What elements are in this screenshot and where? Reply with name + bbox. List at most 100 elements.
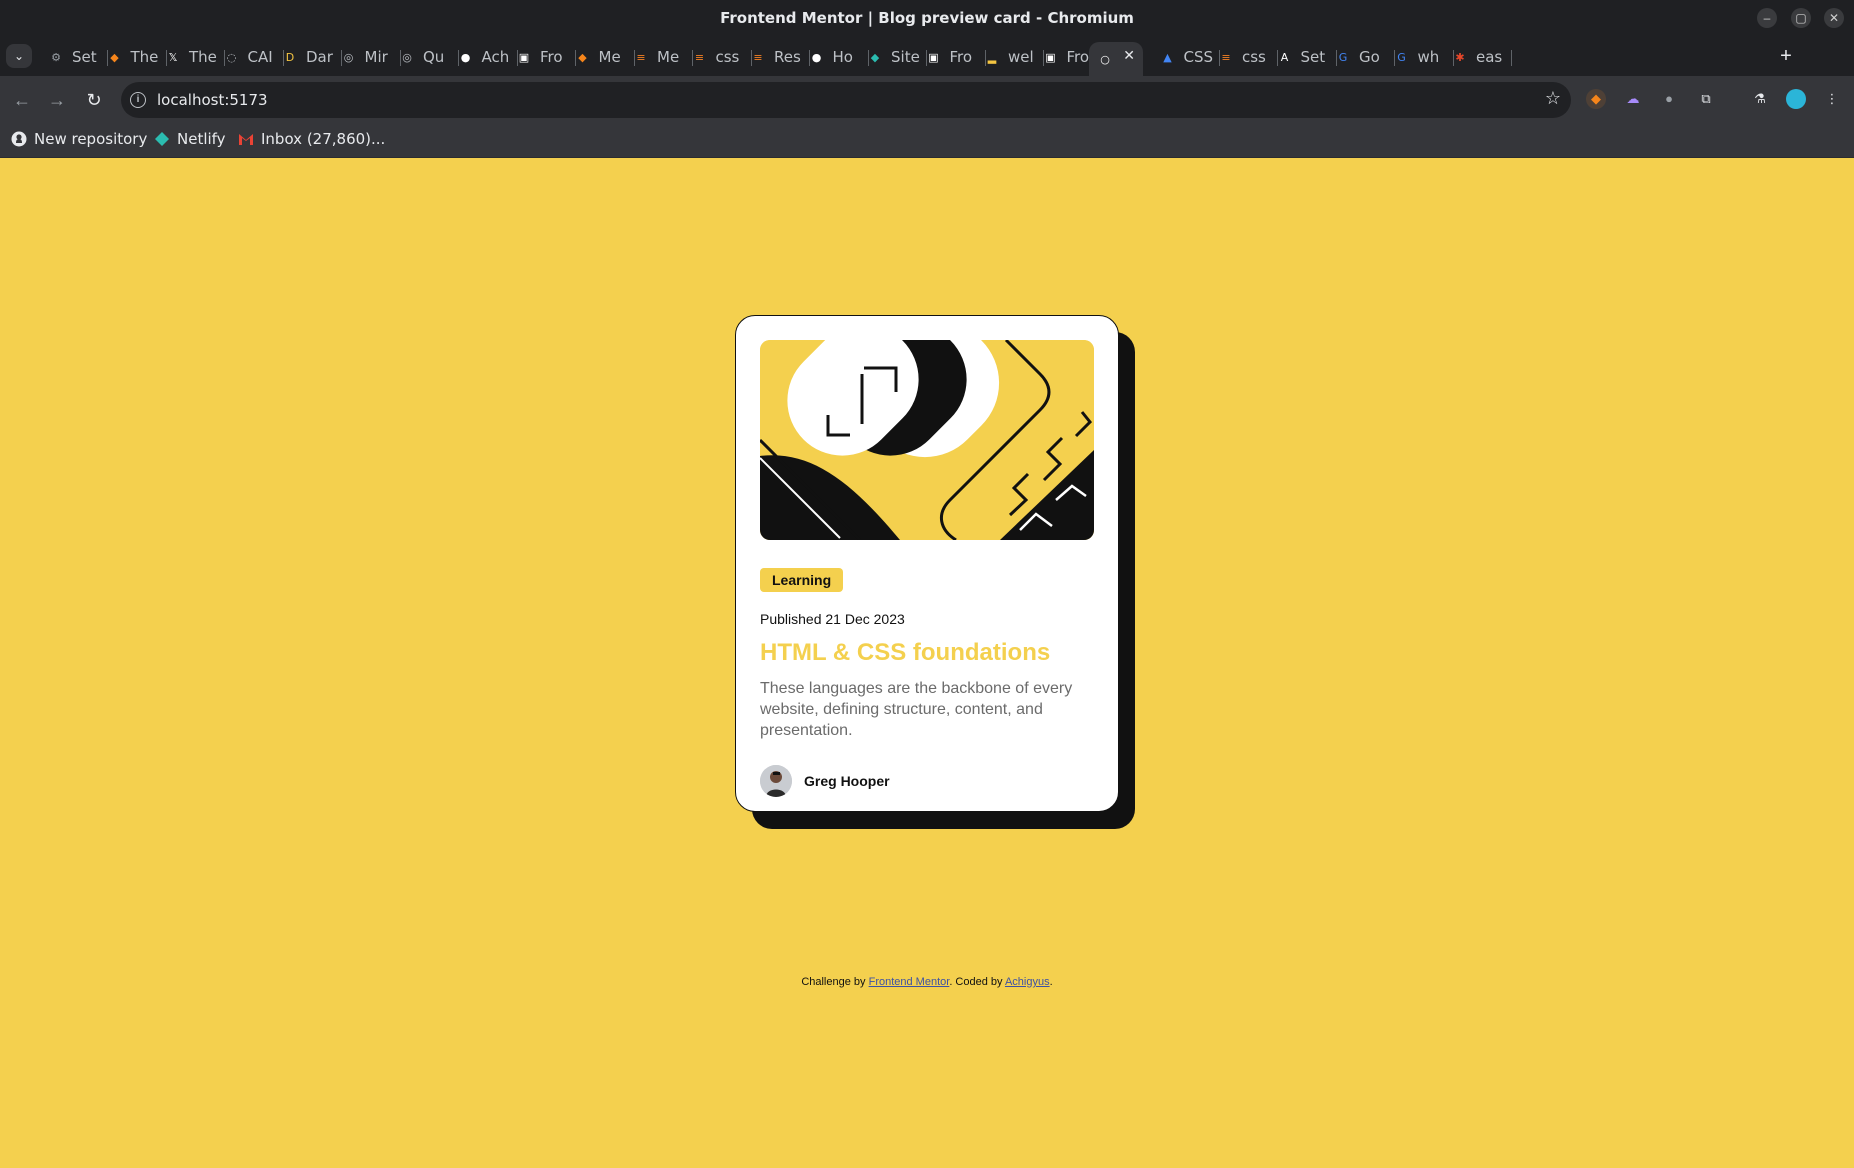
frontend-mentor-link[interactable]: Frontend Mentor bbox=[869, 976, 950, 988]
globe-icon: ◌ bbox=[226, 50, 237, 64]
attribution-prefix: Challenge by bbox=[801, 976, 869, 988]
netlify-icon bbox=[154, 131, 170, 147]
tab-label: Go bbox=[1359, 48, 1380, 66]
tab-label: CSS bbox=[1183, 48, 1214, 66]
hero-illustration bbox=[760, 340, 1094, 540]
tab-label: Fro bbox=[1066, 48, 1090, 66]
tab-label: Site bbox=[891, 48, 920, 66]
gmail-icon bbox=[238, 131, 254, 147]
bar-icon: ▂ bbox=[987, 50, 997, 64]
forward-button[interactable]: → bbox=[45, 88, 69, 112]
tab-label: Set bbox=[72, 48, 97, 66]
google-icon: G bbox=[1397, 50, 1406, 64]
tab-label: wel bbox=[1008, 48, 1034, 66]
dart-icon: D bbox=[285, 50, 295, 64]
ghost-extension-icon[interactable]: ☁ bbox=[1623, 89, 1643, 109]
x-icon: 𝕏 bbox=[168, 50, 178, 64]
window-titlebar: Frontend Mentor | Blog preview card - Ch… bbox=[0, 0, 1854, 36]
page-icon: ○ bbox=[1100, 52, 1110, 66]
google-icon: G bbox=[1338, 50, 1348, 64]
tab-label: Fro bbox=[949, 48, 973, 66]
author: Greg Hooper bbox=[760, 765, 890, 797]
stackoverflow-icon: ≡ bbox=[636, 50, 646, 64]
close-window-button[interactable]: ✕ bbox=[1824, 8, 1844, 28]
card-description: These languages are the backbone of ever… bbox=[760, 680, 1073, 739]
tab-label: Mir bbox=[364, 48, 388, 66]
bookmark-label: New repository bbox=[34, 130, 148, 148]
frontend-mentor-icon: ▣ bbox=[1045, 50, 1056, 64]
url-input[interactable] bbox=[157, 91, 757, 109]
attribution: Challenge by Frontend Mentor. Coded by A… bbox=[0, 976, 1854, 988]
avatar bbox=[760, 765, 792, 797]
address-bar[interactable]: i ☆ bbox=[121, 82, 1571, 118]
tab-label: Me bbox=[598, 48, 621, 66]
blog-preview-card: Learning Published 21 Dec 2023 HTML & CS… bbox=[735, 315, 1119, 812]
frontend-mentor-icon: ▣ bbox=[928, 50, 939, 64]
bookmark-star-icon[interactable]: ☆ bbox=[1545, 88, 1561, 109]
netlify-icon: ◆ bbox=[870, 50, 880, 64]
tab-label: eas bbox=[1476, 48, 1503, 66]
maximize-button[interactable]: ▢ bbox=[1791, 8, 1811, 28]
close-tab-icon[interactable]: ✕ bbox=[1123, 48, 1135, 64]
metamask-icon: ◆ bbox=[110, 50, 119, 64]
minimize-button[interactable]: – bbox=[1757, 8, 1777, 28]
github-icon: ● bbox=[460, 50, 471, 64]
window-title: Frontend Mentor | Blog preview card - Ch… bbox=[720, 9, 1134, 27]
tab-label: Qu bbox=[423, 48, 445, 66]
back-button[interactable]: ← bbox=[10, 88, 34, 112]
reload-button[interactable]: ↻ bbox=[82, 88, 106, 112]
spiral-icon: ◎ bbox=[343, 50, 354, 64]
menu-icon[interactable]: ⋮ bbox=[1822, 89, 1842, 109]
frontend-mentor-icon: ▣ bbox=[518, 50, 530, 64]
extensions-puzzle-icon[interactable]: ⧉ bbox=[1696, 89, 1716, 109]
bookmark-label: Netlify bbox=[177, 130, 226, 148]
a-icon: A bbox=[1280, 50, 1289, 64]
metamask-extension-icon[interactable]: ◆ bbox=[1586, 89, 1606, 109]
extension-icon[interactable]: ● bbox=[1659, 89, 1679, 109]
author-link[interactable]: Achigyus bbox=[1005, 976, 1050, 988]
tab-separator bbox=[1511, 50, 1512, 66]
browser-toolbar: ← → ↻ i ☆ ◆ ☁ ● ⧉ ⚗ ⋮ bbox=[0, 76, 1854, 123]
tab-label: wh bbox=[1417, 48, 1440, 66]
attribution-middle: . Coded by bbox=[949, 976, 1005, 988]
tab-label: css bbox=[715, 48, 740, 66]
tab-label: Fro bbox=[540, 48, 563, 66]
bookmark-netlify[interactable]: Netlify bbox=[154, 130, 226, 148]
metamask-icon: ◆ bbox=[578, 50, 587, 64]
tab-label: The bbox=[189, 48, 217, 66]
tab-label: Ho bbox=[832, 48, 853, 66]
site-info-icon[interactable]: i bbox=[130, 92, 146, 108]
tab-strip: ⌄ ⚙ Set ◆ The 𝕏 The ◌ CAI D Dar ◎ Mir ◎ Qu ● Ach ▣ Fro ◆ Me… bbox=[0, 36, 1854, 76]
card-title[interactable]: HTML & CSS foundations bbox=[760, 639, 1050, 667]
tab-label: Me bbox=[657, 48, 680, 66]
gear-icon: ⚙ bbox=[51, 50, 61, 64]
tab-label: CAI bbox=[247, 48, 273, 66]
author-name: Greg Hooper bbox=[804, 773, 890, 789]
published-date: Published 21 Dec 2023 bbox=[760, 611, 905, 627]
stackoverflow-icon: ≡ bbox=[694, 50, 705, 64]
bookmarks-bar: New repository Netlify Inbox (27,860)... bbox=[0, 123, 1854, 158]
new-tab-button[interactable]: + bbox=[1775, 46, 1797, 68]
stackoverflow-icon: ≡ bbox=[753, 50, 763, 64]
attribution-suffix: . bbox=[1049, 976, 1053, 988]
tab-label: The bbox=[130, 48, 159, 66]
page-viewport: Learning Published 21 Dec 2023 HTML & CS… bbox=[0, 158, 1854, 1168]
medium-icon: ● bbox=[811, 50, 822, 64]
tab-24[interactable]: ✱ eas bbox=[1444, 42, 1512, 72]
tab-label: Ach bbox=[481, 48, 510, 66]
profile-avatar[interactable] bbox=[1786, 89, 1806, 109]
category-tag: Learning bbox=[760, 568, 844, 592]
labs-flask-icon[interactable]: ⚗ bbox=[1750, 89, 1770, 109]
asterisk-icon: ✱ bbox=[1455, 50, 1465, 64]
github-icon bbox=[11, 131, 27, 147]
tab-label: Dar bbox=[306, 48, 333, 66]
tab-label: Res bbox=[774, 48, 801, 66]
bookmark-gmail-inbox[interactable]: Inbox (27,860)... bbox=[238, 130, 385, 148]
person-icon: ▲ bbox=[1163, 50, 1172, 64]
tab-search-button[interactable]: ⌄ bbox=[6, 44, 32, 68]
tab-label: css bbox=[1242, 48, 1266, 66]
tab-18[interactable]: ○ ✕ bbox=[1089, 42, 1143, 76]
bookmark-new-repository[interactable]: New repository bbox=[11, 130, 147, 148]
bookmark-label: Inbox (27,860)... bbox=[261, 130, 386, 148]
tab-label: Set bbox=[1300, 48, 1326, 66]
